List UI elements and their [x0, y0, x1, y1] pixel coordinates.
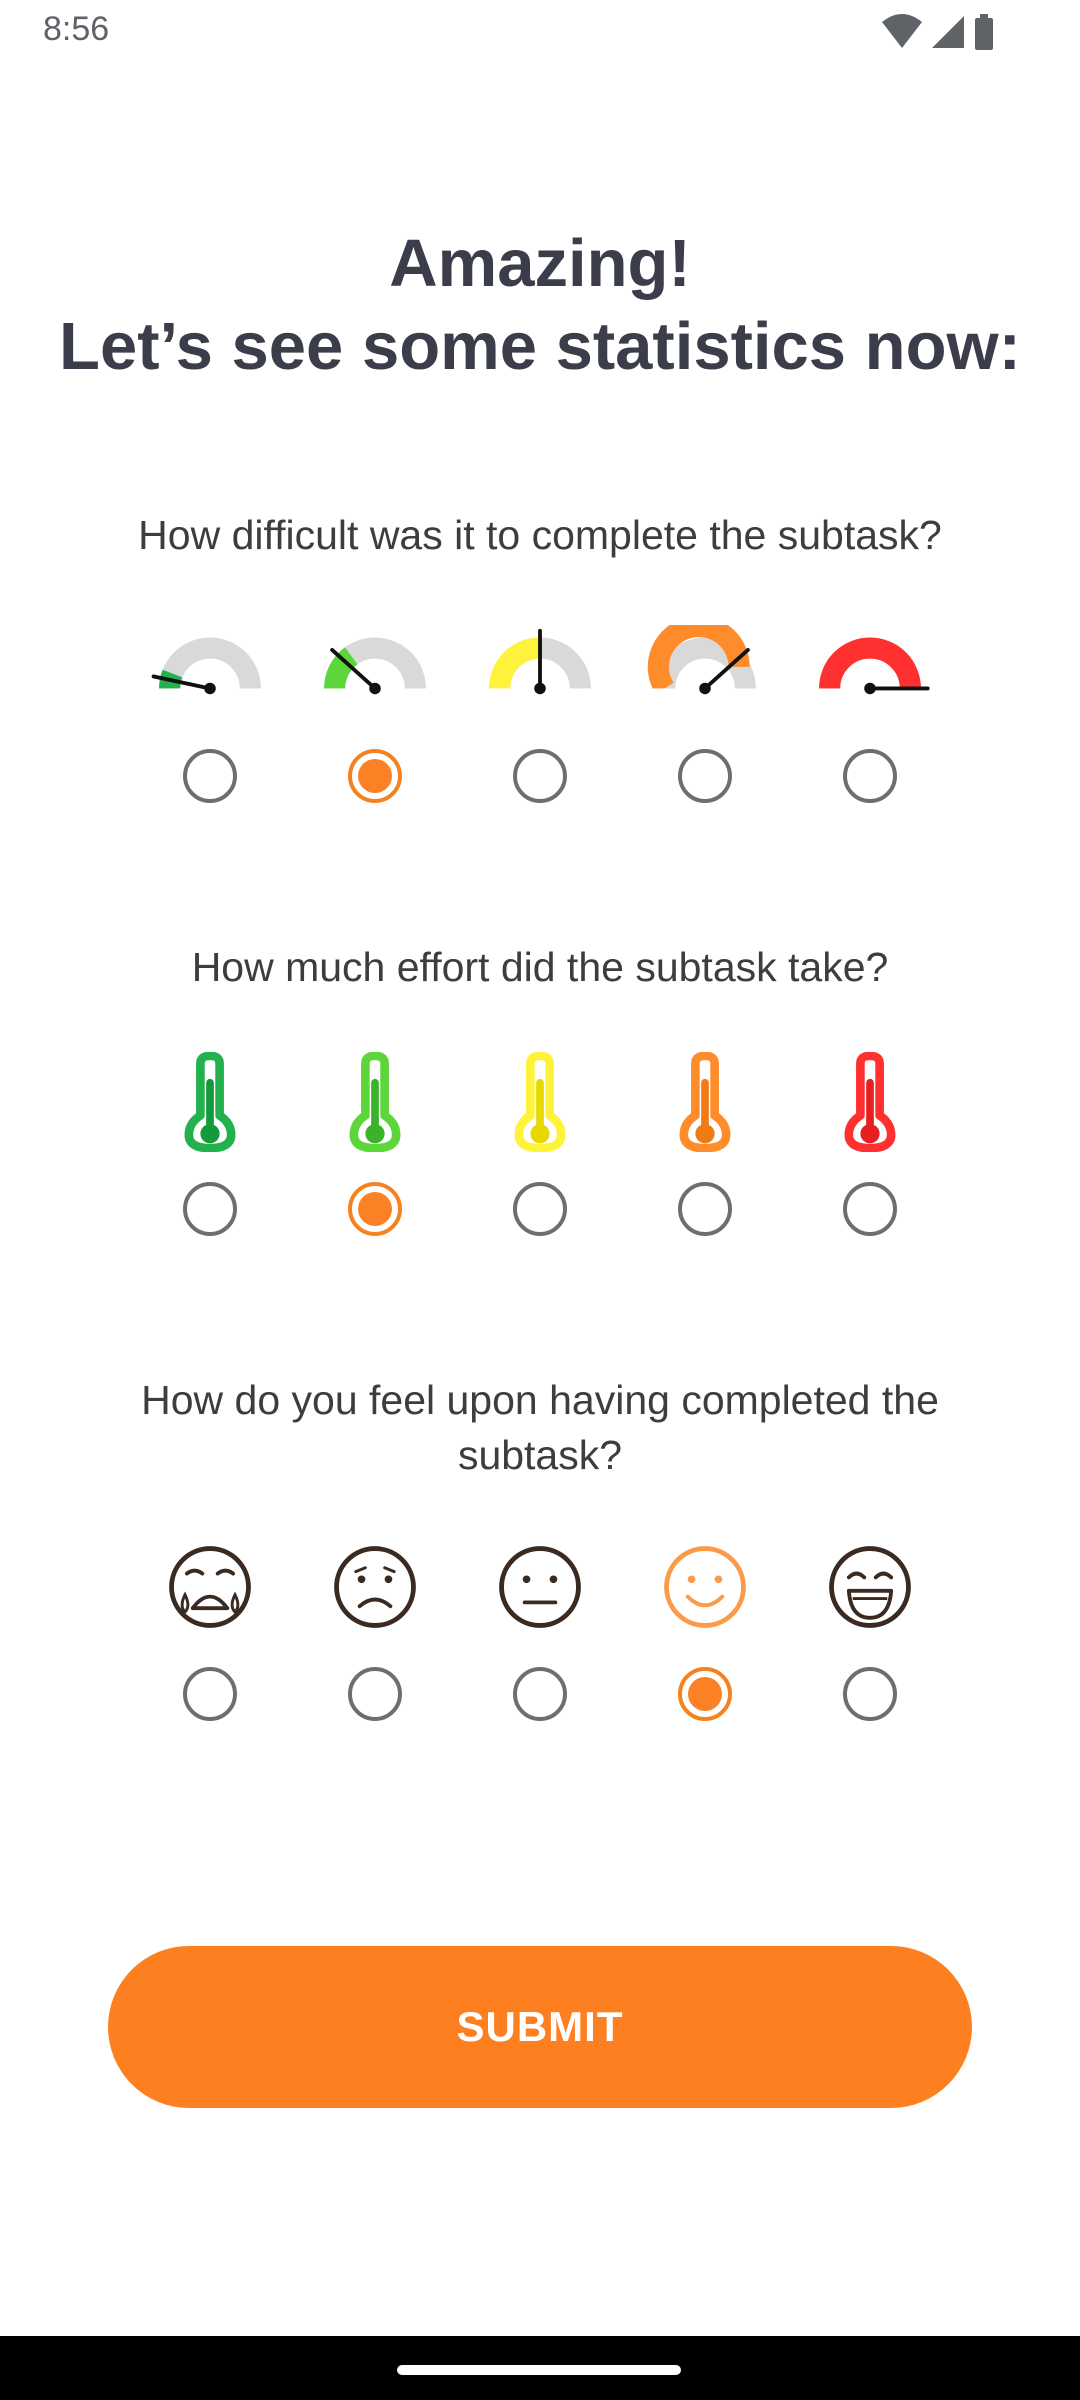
radio-option-5[interactable] [843, 1182, 897, 1236]
radio-option-2[interactable] [348, 1667, 402, 1721]
radio-option-1[interactable] [183, 1182, 237, 1236]
easy-gauge-icon [317, 637, 433, 718]
question-difficulty: How difficult was it to complete the sub… [138, 512, 942, 558]
difficulty-options-row [0, 749, 1080, 849]
radio-option-3[interactable] [513, 749, 567, 803]
laughing-face-icon [829, 1546, 911, 1628]
sad-face-icon [334, 1546, 416, 1628]
submit-button[interactable]: SUBMIT [108, 1946, 972, 2108]
high-effort-thermometer-icon [679, 1052, 731, 1152]
very-high-effort-thermometer-icon [844, 1052, 896, 1152]
title-line-1: Amazing! [389, 226, 691, 301]
survey-screen: 8:56 Amazing! Let’s see some statistics … [0, 0, 1080, 2400]
page-title: Amazing! Let’s see some statistics now: [0, 222, 1080, 388]
signal-icon [932, 16, 964, 48]
difficulty-icons-row [0, 625, 1080, 725]
home-gesture-handle[interactable] [397, 2365, 681, 2375]
navigation-bar [0, 2336, 1080, 2400]
very-easy-gauge-icon [151, 637, 268, 718]
smiling-face-icon [664, 1546, 746, 1628]
radio-option-3[interactable] [513, 1182, 567, 1236]
radio-option-1[interactable] [183, 749, 237, 803]
radio-option-2[interactable] [348, 749, 402, 803]
effort-icons-row [0, 1052, 1080, 1152]
status-icons [880, 12, 1010, 52]
radio-option-4[interactable] [678, 1182, 732, 1236]
question-effort: How much effort did the subtask take? [191, 944, 889, 990]
status-time: 8:56 [43, 10, 110, 48]
hard-gauge-icon [647, 625, 763, 718]
effort-options-row [0, 1182, 1080, 1282]
medium-effort-thermometer-icon [514, 1052, 566, 1152]
feeling-icons-row [0, 1537, 1080, 1637]
very-low-effort-thermometer-icon [184, 1052, 236, 1152]
crying-face-icon [169, 1546, 251, 1628]
wifi-icon [882, 14, 922, 48]
neutral-face-icon [499, 1546, 581, 1628]
battery-icon [975, 14, 993, 50]
low-effort-thermometer-icon [349, 1052, 401, 1152]
radio-option-1[interactable] [183, 1667, 237, 1721]
feeling-options-row [0, 1667, 1080, 1767]
radio-option-2[interactable] [348, 1182, 402, 1236]
radio-option-4[interactable] [678, 749, 732, 803]
radio-option-3[interactable] [513, 1667, 567, 1721]
question-feeling: How do you feel upon having completed th… [141, 1377, 939, 1478]
radio-option-5[interactable] [843, 1667, 897, 1721]
medium-gauge-icon [482, 628, 598, 718]
radio-option-4[interactable] [678, 1667, 732, 1721]
status-bar: 8:56 [0, 0, 1080, 62]
radio-option-5[interactable] [843, 749, 897, 803]
title-line-2: Let’s see some statistics now: [59, 309, 1021, 384]
very-hard-gauge-icon [812, 637, 930, 718]
